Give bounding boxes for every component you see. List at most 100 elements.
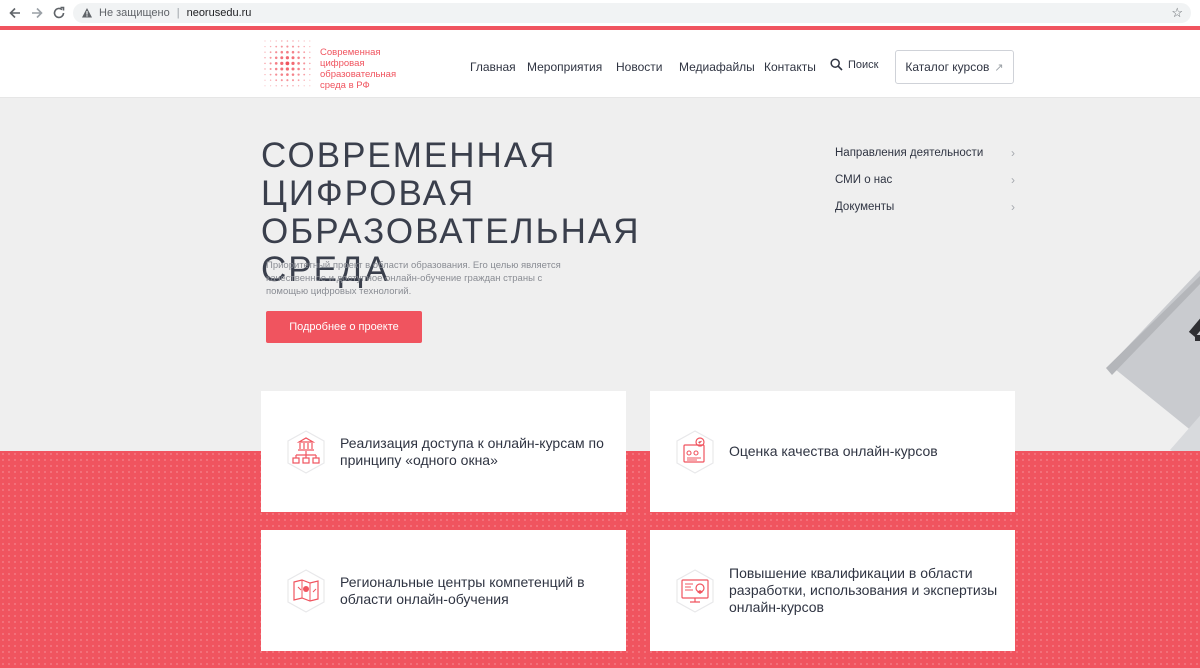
logo-dot bbox=[275, 40, 277, 42]
logo-dot bbox=[291, 67, 295, 71]
catalog-button[interactable]: Каталог курсов ↗ bbox=[895, 50, 1014, 84]
side-link-documents[interactable]: Документы › bbox=[835, 193, 1015, 220]
reload-icon[interactable] bbox=[48, 2, 70, 24]
card-text: Оценка качества онлайн-курсов bbox=[729, 443, 938, 459]
more-about-project-button[interactable]: Подробнее о проекте bbox=[266, 311, 422, 343]
logo-dot bbox=[291, 50, 295, 54]
logo-dot bbox=[285, 61, 290, 66]
logo-dot bbox=[297, 85, 300, 87]
hero-title-line: СОВРЕМЕННАЯ bbox=[261, 136, 557, 175]
logo-dot bbox=[285, 67, 290, 71]
logo-dot bbox=[274, 67, 278, 71]
logo-dot bbox=[292, 40, 294, 42]
logo-dot bbox=[309, 73, 311, 76]
logo-dot bbox=[286, 79, 289, 82]
logo-dot bbox=[303, 73, 306, 76]
logo-dot bbox=[303, 67, 306, 71]
logo-dot bbox=[269, 79, 272, 81]
logo-dot bbox=[309, 51, 311, 53]
logo-dot bbox=[281, 40, 283, 42]
card-text: Региональные центры компетенций в област… bbox=[340, 573, 585, 607]
search-icon bbox=[830, 58, 843, 71]
quality-assessment-icon bbox=[676, 429, 714, 474]
nav-item-events[interactable]: Мероприятия bbox=[527, 60, 602, 74]
external-arrow-icon: ↗ bbox=[994, 61, 1004, 74]
side-link-directions[interactable]: Направления деятельности › bbox=[835, 139, 1015, 166]
chevron-right-icon: › bbox=[1011, 145, 1015, 160]
logo-dot bbox=[292, 85, 294, 87]
logo-dot bbox=[309, 85, 311, 87]
logo-dot bbox=[264, 57, 266, 59]
logo-dot bbox=[270, 40, 272, 42]
logo-dot bbox=[303, 62, 306, 65]
logo-dot bbox=[264, 40, 266, 42]
logo-dot bbox=[303, 51, 306, 54]
logo-dot bbox=[291, 45, 295, 48]
logo-dot bbox=[274, 56, 278, 60]
address-separator: | bbox=[176, 7, 180, 19]
logo-dot bbox=[309, 62, 311, 65]
logo-dot bbox=[280, 50, 284, 54]
logo-dot bbox=[275, 51, 278, 54]
logo-dot bbox=[274, 62, 278, 65]
hero-description: Приоритетный проект в области образовани… bbox=[266, 260, 561, 297]
browser-toolbar: Не защищено | neorusedu.ru ☆ bbox=[0, 0, 1200, 26]
logo-dot bbox=[280, 56, 284, 60]
feature-card-qualification[interactable]: Повышение квалификации в области разрабо… bbox=[650, 530, 1015, 651]
nav-item-news[interactable]: Новости bbox=[616, 60, 662, 74]
logo-dot bbox=[275, 79, 278, 82]
logo-dot bbox=[264, 85, 266, 87]
forward-arrow-icon[interactable] bbox=[26, 2, 48, 24]
site-header: Современная цифровая образовательная сре… bbox=[0, 30, 1200, 98]
logo-dot bbox=[291, 73, 295, 76]
logo-dot bbox=[281, 85, 283, 87]
back-arrow-icon[interactable] bbox=[4, 2, 26, 24]
logo-dot bbox=[286, 50, 289, 54]
logo-dot bbox=[269, 67, 272, 71]
side-link-label: Направления деятельности bbox=[835, 146, 984, 159]
card-text: Повышение квалификации в области разрабо… bbox=[729, 565, 998, 615]
search-button[interactable]: Поиск bbox=[830, 58, 878, 71]
logo-dot bbox=[269, 62, 272, 65]
warning-icon bbox=[81, 7, 93, 19]
logo-dots-icon[interactable] bbox=[262, 38, 312, 88]
regional-map-icon bbox=[287, 568, 325, 613]
logo-dot bbox=[297, 45, 300, 48]
address-bar[interactable]: Не защищено | neorusedu.ru ☆ bbox=[73, 3, 1191, 23]
logo-dot bbox=[291, 56, 295, 60]
nav-item-contacts[interactable]: Контакты bbox=[764, 60, 816, 74]
logo-dot bbox=[280, 73, 284, 76]
feature-card-quality[interactable]: Оценка качества онлайн-курсов bbox=[650, 391, 1015, 512]
logo-dot bbox=[303, 56, 306, 59]
bookmark-star-icon[interactable]: ☆ bbox=[1171, 5, 1183, 21]
nav-item-media[interactable]: Медиафайлы bbox=[679, 60, 755, 74]
logo-line: Современная bbox=[320, 47, 381, 58]
feature-card-single-window[interactable]: Реализация доступа к онлайн-курсам по пр… bbox=[261, 391, 626, 512]
logo-dot bbox=[297, 79, 300, 82]
logo-dot bbox=[303, 45, 305, 48]
logo-dot bbox=[297, 62, 300, 65]
logo-dot bbox=[297, 67, 300, 71]
logo-dot bbox=[286, 40, 289, 42]
logo-dot bbox=[309, 40, 311, 42]
logo-dot bbox=[303, 40, 305, 42]
card-text: Реализация доступа к онлайн-курсам по пр… bbox=[340, 434, 604, 468]
side-links: Направления деятельности › СМИ о нас › Д… bbox=[835, 139, 1015, 220]
logo-line: цифровая bbox=[320, 58, 365, 69]
security-label: Не защищено bbox=[99, 7, 170, 19]
logo-dot bbox=[297, 51, 300, 54]
nav-item-home[interactable]: Главная bbox=[470, 60, 516, 74]
logo-dot bbox=[269, 56, 272, 59]
chevron-right-icon: › bbox=[1011, 199, 1015, 214]
logo-dot bbox=[309, 68, 311, 70]
training-screen-icon bbox=[676, 568, 714, 613]
logo-text[interactable]: Современная цифровая образовательная сре… bbox=[320, 47, 420, 91]
hero-title-line: ЦИФРОВАЯ bbox=[261, 174, 476, 213]
logo-dot bbox=[291, 61, 295, 66]
side-link-media[interactable]: СМИ о нас › bbox=[835, 166, 1015, 193]
feature-card-regional-centers[interactable]: Региональные центры компетенций в област… bbox=[261, 530, 626, 651]
logo-dot bbox=[297, 40, 300, 42]
logo-line: образовательная bbox=[320, 69, 397, 80]
logo-dot bbox=[291, 79, 295, 82]
logo-dot bbox=[264, 68, 266, 70]
